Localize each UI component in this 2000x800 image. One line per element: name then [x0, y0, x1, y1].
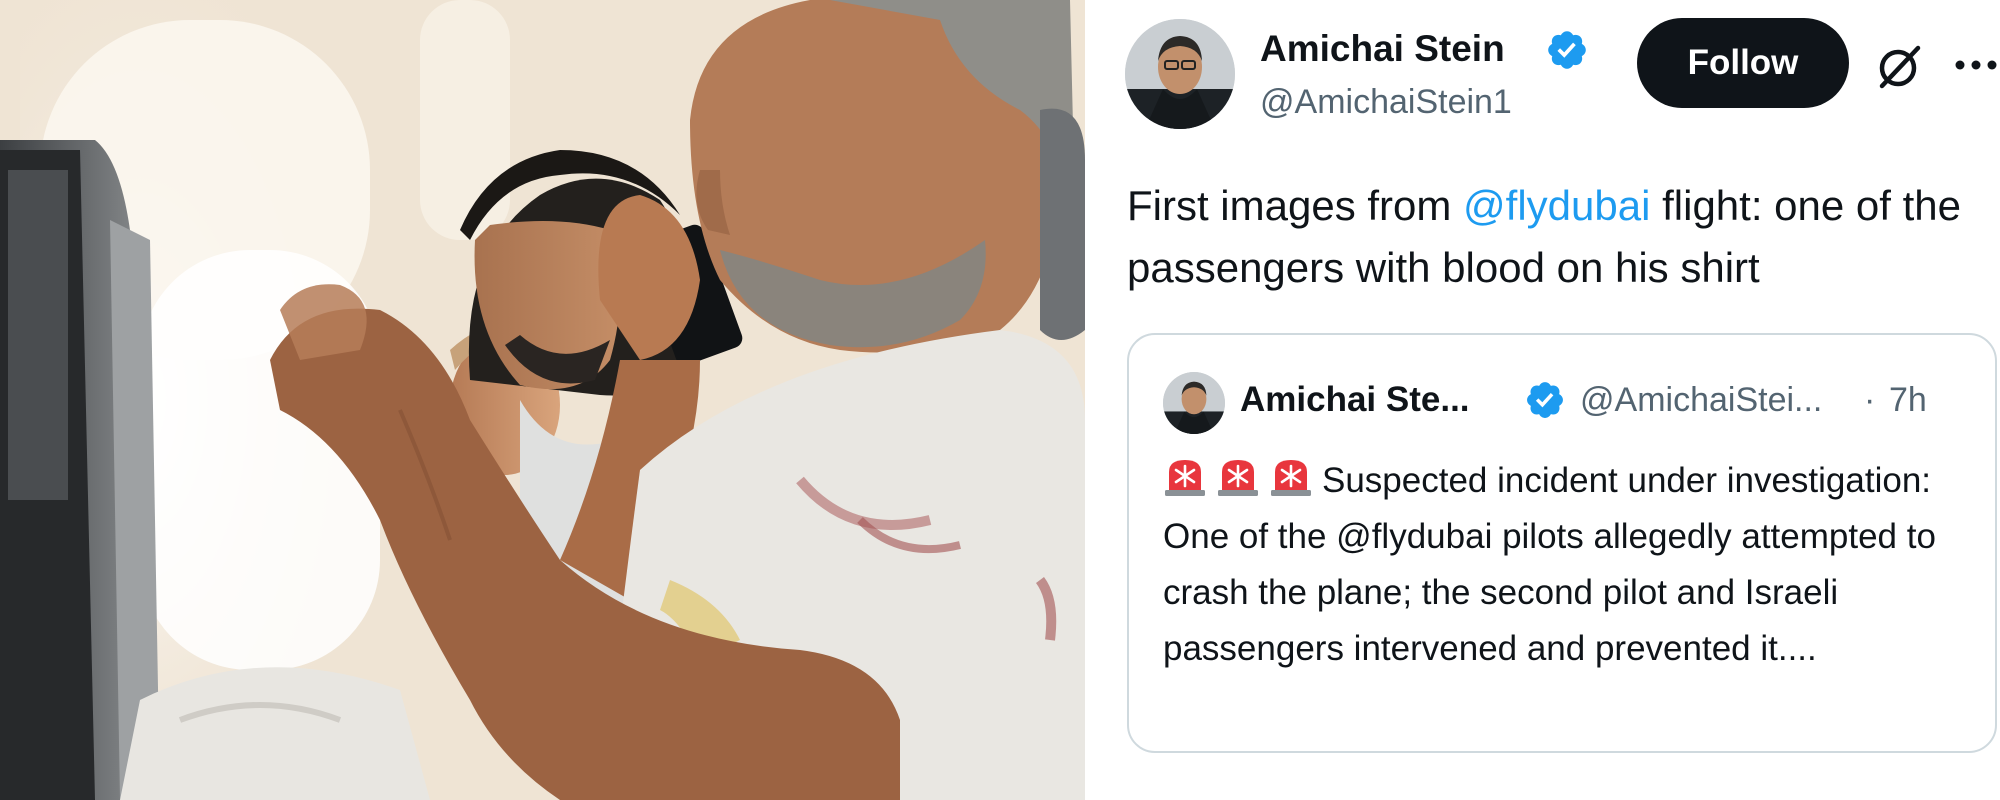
- quoted-author-avatar-image: [1163, 372, 1225, 434]
- tweet-photo[interactable]: [0, 0, 1085, 800]
- tweet-text: First images from @flydubai flight: one …: [1127, 175, 1997, 299]
- quoted-author-handle[interactable]: @AmichaiStei...: [1580, 381, 1822, 420]
- rotating-light-icon: [1271, 460, 1311, 496]
- more-options-icon[interactable]: [1951, 40, 2000, 90]
- quoted-author-name[interactable]: Amichai Ste...: [1240, 380, 1470, 420]
- author-name[interactable]: Amichai Stein: [1260, 28, 1505, 70]
- screenshot-frame: Amichai Stein @AmichaiStein1 Follow Firs…: [0, 0, 2000, 800]
- rotating-light-icon: [1165, 460, 1205, 496]
- quoted-timestamp[interactable]: 7h: [1889, 381, 1927, 420]
- mention-link-flydubai[interactable]: @flydubai: [1463, 182, 1650, 229]
- author-avatar-image: [1125, 19, 1235, 129]
- tweet-card: Amichai Stein @AmichaiStein1 Follow Firs…: [1085, 0, 2000, 800]
- quoted-verified-badge-icon: [1527, 382, 1563, 418]
- quoted-tweet[interactable]: Amichai Ste... @AmichaiStei... · 7h Susp…: [1127, 333, 1997, 753]
- quoted-tweet-text: Suspected incident under investigation: …: [1163, 453, 1983, 677]
- follow-button[interactable]: Follow: [1637, 18, 1849, 108]
- verified-badge-icon: [1548, 31, 1586, 69]
- rotating-light-icon: [1218, 460, 1258, 496]
- airplane-cabin-photo: [0, 0, 1085, 800]
- quoted-author-avatar[interactable]: [1163, 372, 1225, 434]
- tweet-text-start: First images from: [1127, 182, 1464, 229]
- author-avatar[interactable]: [1125, 19, 1235, 129]
- quoted-separator-dot: ·: [1864, 381, 1876, 419]
- author-handle[interactable]: @AmichaiStein1: [1260, 83, 1512, 122]
- grok-icon[interactable]: [1874, 42, 1924, 92]
